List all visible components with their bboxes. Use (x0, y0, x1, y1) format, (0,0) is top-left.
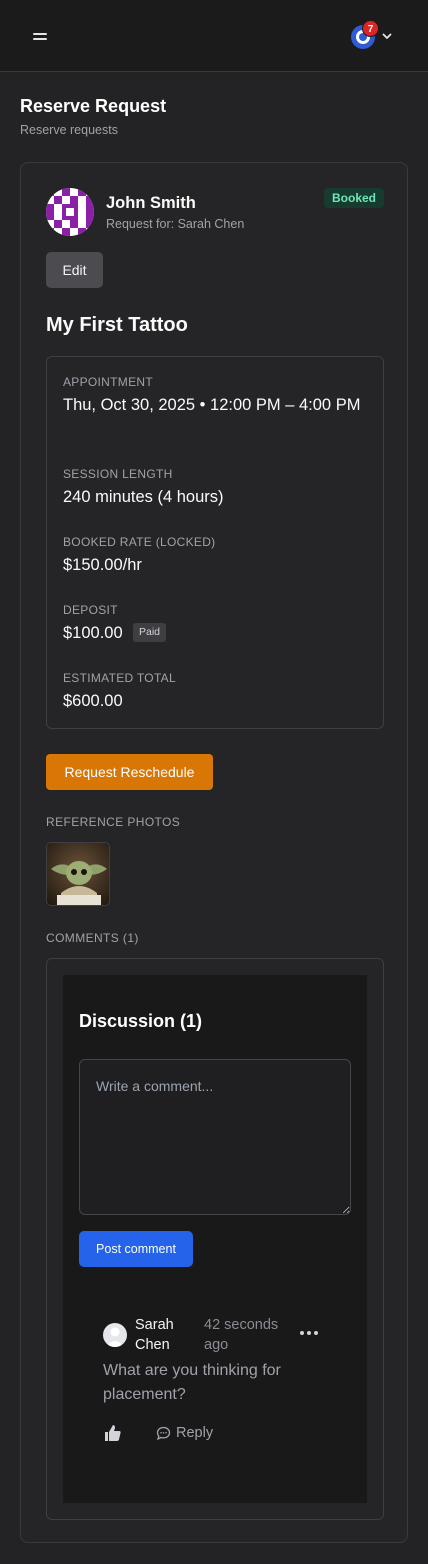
chevron-down-icon (382, 33, 392, 39)
page-subtitle: Reserve requests (20, 123, 118, 137)
post-comment-button[interactable]: Post comment (79, 1231, 193, 1267)
booked-rate-value: $150.00/hr (63, 556, 142, 574)
discussion-panel: Discussion (1) Post comment Sarah Chen 4… (63, 975, 367, 1503)
commenter-avatar (103, 1323, 127, 1347)
comment-text: What are you thinking for placement? (103, 1362, 281, 1403)
comment-input[interactable] (79, 1059, 351, 1215)
session-length-label: SESSION LENGTH (63, 467, 173, 481)
reply-label: Reply (176, 1425, 214, 1441)
appointment-label: APPOINTMENT (63, 375, 153, 389)
client-avatar (46, 188, 94, 236)
estimated-total-label: ESTIMATED TOTAL (63, 671, 176, 685)
comments-label: COMMENTS (1) (46, 931, 139, 945)
deposit-status-badge: Paid (133, 623, 167, 642)
client-name: John Smith (106, 194, 196, 212)
notification-badge: 7 (362, 20, 379, 37)
deposit-value: $100.00 (63, 624, 123, 642)
status-badge: Booked (324, 188, 385, 208)
request-for-text: Request for: Sarah Chen (106, 217, 245, 231)
chat-bubble-icon (156, 1426, 171, 1441)
account-menu[interactable]: 7 (350, 20, 398, 50)
reference-photos-label: REFERENCE PHOTOS (46, 815, 181, 829)
menu-icon[interactable] (26, 22, 54, 50)
request-card: John Smith Request for: Sarah Chen Booke… (20, 162, 408, 1543)
comments-container: Discussion (1) Post comment Sarah Chen 4… (46, 958, 384, 1520)
reference-photo-thumbnail[interactable] (46, 842, 110, 906)
edit-button[interactable]: Edit (46, 252, 103, 288)
session-length-value: 240 minutes (4 hours) (63, 488, 224, 506)
discussion-title: Discussion (1) (79, 1011, 203, 1031)
appointment-title: My First Tattoo (46, 314, 188, 336)
comment-timestamp: 42 seconds ago (204, 1317, 279, 1353)
thumbs-up-icon[interactable] (103, 1423, 123, 1443)
page-title: Reserve Request (20, 96, 167, 116)
comment-author[interactable]: Sarah Chen (135, 1315, 193, 1355)
top-bar: 7 (0, 0, 428, 72)
deposit-label: DEPOSIT (63, 603, 118, 617)
booked-rate-label: BOOKED RATE (LOCKED) (63, 535, 216, 549)
request-reschedule-button[interactable]: Request Reschedule (46, 754, 213, 790)
more-options-icon[interactable] (295, 1325, 323, 1341)
estimated-total-value: $600.00 (63, 692, 123, 710)
appointment-value: Thu, Oct 30, 2025 • 12:00 PM – 4:00 PM (63, 396, 361, 414)
appointment-details-panel: APPOINTMENT Thu, Oct 30, 2025 • 12:00 PM… (46, 356, 384, 729)
